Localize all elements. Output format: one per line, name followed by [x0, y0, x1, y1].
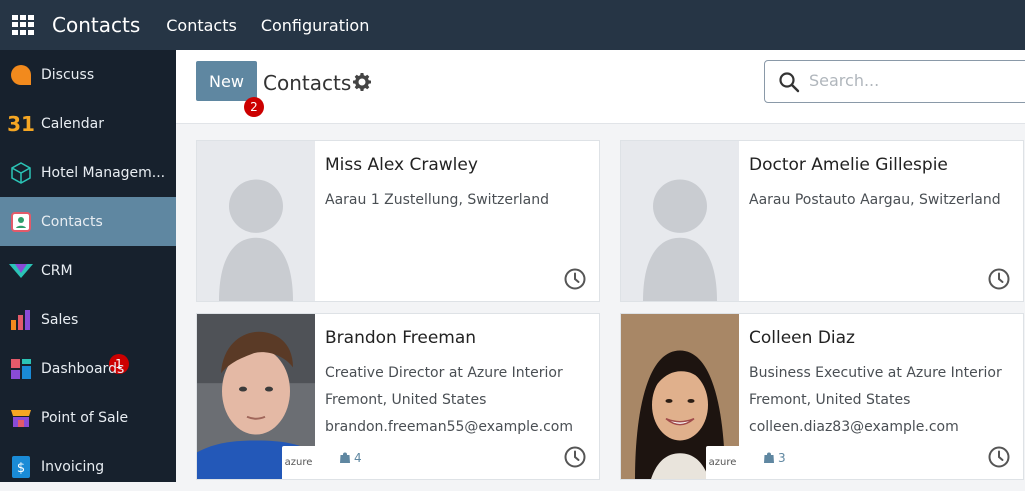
app-menu-icon[interactable]: [12, 15, 34, 35]
contact-name[interactable]: Doctor Amelie Gillespie: [749, 155, 1017, 175]
control-panel: New 2 Contacts: [176, 50, 1025, 124]
orders-count-value: 4: [354, 451, 362, 465]
avatar-placeholder: [197, 141, 315, 301]
app-brand[interactable]: Contacts: [52, 13, 140, 37]
sidebar-item-calendar[interactable]: 31 Calendar: [0, 99, 176, 148]
search-input[interactable]: [809, 71, 1009, 90]
shopping-bag-icon: [340, 452, 350, 463]
contact-address: Aarau Postauto Aargau, Switzerland: [749, 192, 1001, 208]
crm-icon: [8, 258, 34, 284]
sidebar-item-hotel-management[interactable]: Hotel Managem...: [0, 148, 176, 197]
clock-icon[interactable]: [987, 267, 1011, 291]
sidebar-item-contacts[interactable]: Contacts 1: [0, 197, 176, 374]
sidebar-item-invoicing[interactable]: $ Invoicing: [0, 442, 176, 491]
contact-job: Business Executive at Azure Interior: [749, 365, 1002, 381]
card-body: Colleen Diaz Business Executive at Azure…: [749, 328, 1017, 441]
invoicing-icon: $: [8, 454, 34, 480]
contact-name[interactable]: Brandon Freeman: [325, 328, 593, 348]
contact-card[interactable]: Doctor Amelie Gillespie Aarau Postauto A…: [620, 140, 1024, 302]
gear-icon[interactable]: [352, 72, 372, 92]
contacts-icon: [8, 209, 34, 235]
hotel-cube-icon: [8, 160, 34, 186]
orders-count[interactable]: 4: [339, 451, 362, 465]
sidebar-item-dashboards[interactable]: Dashboards: [0, 344, 176, 393]
search-box: [764, 60, 1025, 103]
top-navbar: Contacts Contacts Configuration: [0, 0, 1025, 50]
sidebar-item-label: Dashboards: [41, 360, 125, 377]
sidebar-item-discuss[interactable]: Discuss: [0, 50, 176, 99]
contact-card[interactable]: azure Brandon Freeman Creative Director …: [196, 313, 600, 480]
contact-email: brandon.freeman55@example.com: [325, 419, 573, 435]
contact-job: Creative Director at Azure Interior: [325, 365, 563, 381]
calendar-icon: 31: [7, 111, 35, 136]
new-button[interactable]: New: [196, 61, 257, 101]
step-badge: 2: [244, 97, 264, 117]
app-sidebar: Discuss 31 Calendar Hotel Managem... Con…: [0, 50, 176, 482]
card-body: Brandon Freeman Creative Director at Azu…: [325, 328, 593, 441]
contact-card[interactable]: Miss Alex Crawley Aarau 1 Zustellung, Sw…: [196, 140, 600, 302]
sidebar-item-label: Point of Sale: [41, 409, 129, 426]
sidebar-item-label: Calendar: [41, 115, 104, 132]
contact-card[interactable]: azure Colleen Diaz Business Executive at…: [620, 313, 1024, 480]
avatar-placeholder: [621, 141, 739, 301]
sidebar-item-sales[interactable]: Sales: [0, 295, 176, 344]
contact-address: Fremont, United States: [749, 392, 911, 408]
sidebar-item-label: Contacts: [41, 213, 103, 230]
contact-email: colleen.diaz83@example.com: [749, 419, 959, 435]
contact-address: Aarau 1 Zustellung, Switzerland: [325, 192, 550, 208]
menu-configuration[interactable]: Configuration: [261, 16, 370, 35]
orders-count-value: 3: [778, 451, 786, 465]
svg-text:$: $: [17, 461, 25, 476]
shopping-bag-icon: [764, 452, 774, 463]
card-body: Miss Alex Crawley Aarau 1 Zustellung, Sw…: [325, 155, 593, 214]
sidebar-item-point-of-sale[interactable]: Point of Sale: [0, 393, 176, 442]
clock-icon[interactable]: [987, 445, 1011, 469]
menu-contacts[interactable]: Contacts: [166, 16, 237, 35]
clock-icon[interactable]: [563, 445, 587, 469]
contact-name[interactable]: Miss Alex Crawley: [325, 155, 593, 175]
discuss-icon: [8, 62, 34, 88]
contact-name[interactable]: Colleen Diaz: [749, 328, 1017, 348]
point-of-sale-icon: [8, 405, 34, 431]
clock-icon[interactable]: [563, 267, 587, 291]
sidebar-item-crm[interactable]: CRM: [0, 246, 176, 295]
sidebar-item-label: CRM: [41, 262, 73, 279]
orders-count[interactable]: 3: [763, 451, 786, 465]
page-title: Contacts: [263, 71, 352, 95]
sidebar-item-label: Sales: [41, 311, 79, 328]
sidebar-item-label: Discuss: [41, 66, 95, 83]
card-body: Doctor Amelie Gillespie Aarau Postauto A…: [749, 155, 1017, 214]
search-icon[interactable]: [777, 70, 801, 94]
company-logo-azure: azure: [282, 446, 315, 479]
sidebar-item-label: Hotel Managem...: [41, 164, 166, 181]
dashboards-icon: [8, 356, 34, 382]
sidebar-item-label: Invoicing: [41, 458, 105, 475]
contact-address: Fremont, United States: [325, 392, 487, 408]
company-logo-azure: azure: [706, 446, 739, 479]
sales-icon: [8, 307, 34, 333]
